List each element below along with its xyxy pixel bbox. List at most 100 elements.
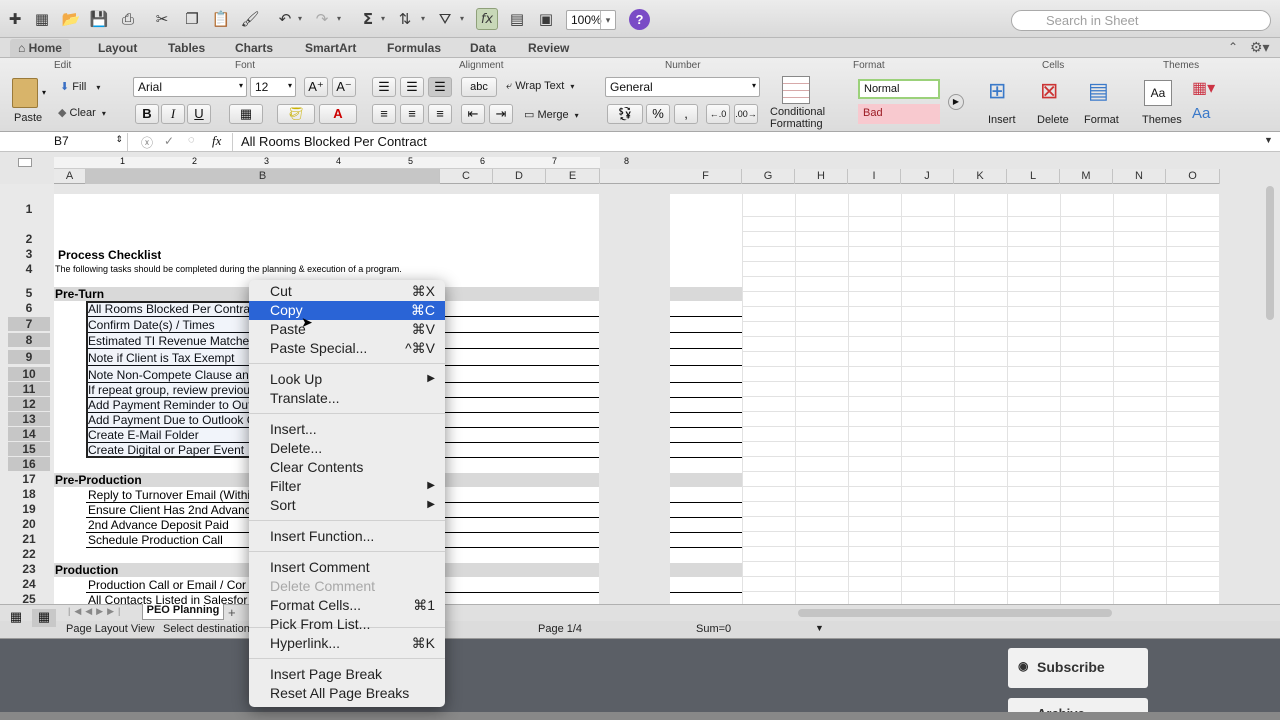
sheet-tab-peo-planning[interactable]: PEO Planning: [142, 604, 224, 620]
delete-cells-button[interactable]: ⊠ Delete: [1034, 76, 1080, 128]
row-header[interactable]: 11: [8, 382, 50, 396]
cut-icon[interactable]: ✂: [151, 8, 173, 30]
column-header[interactable]: L: [1007, 169, 1060, 184]
align-right-button[interactable]: ≡: [428, 104, 452, 124]
column-header[interactable]: O: [1166, 169, 1220, 184]
style-bad[interactable]: Bad: [858, 104, 940, 124]
wrap-text-button[interactable]: ⤶ Wrap Text ▾: [506, 80, 574, 93]
filter-icon[interactable]: ⛛: [434, 8, 456, 30]
formula-builder-icon[interactable]: fx: [476, 8, 498, 30]
sum-dropdown-icon[interactable]: ▼: [815, 623, 824, 633]
tab-formulas[interactable]: Formulas: [379, 39, 449, 57]
insert-function-button[interactable]: fx: [212, 133, 221, 149]
column-header[interactable]: C: [440, 169, 493, 184]
template-gallery-icon[interactable]: ▦: [31, 8, 53, 30]
section-header[interactable]: Pre-Production: [55, 473, 142, 487]
row-header[interactable]: 5: [8, 286, 50, 300]
theme-fonts-button[interactable]: Aa: [1192, 105, 1210, 122]
bold-button[interactable]: B: [135, 104, 159, 124]
tab-smartart[interactable]: SmartArt: [297, 39, 364, 57]
increase-font-size-button[interactable]: A⁺: [304, 77, 328, 97]
menu-item-paste[interactable]: Paste ⌘V: [249, 320, 445, 339]
comma-style-button[interactable]: ,: [674, 104, 698, 124]
themes-button[interactable]: Aa Themes: [1140, 76, 1186, 128]
style-normal[interactable]: Normal: [858, 79, 940, 99]
menu-item-cut[interactable]: Cut ⌘X: [249, 282, 445, 301]
percent-style-button[interactable]: %: [646, 104, 670, 124]
column-header[interactable]: M: [1060, 169, 1113, 184]
menu-item-paste-special[interactable]: Paste Special... ^⌘V: [249, 339, 445, 358]
increase-indent-button[interactable]: ⇥: [489, 104, 513, 124]
text-orientation-button[interactable]: abc: [461, 77, 497, 97]
redo-dropdown-icon[interactable]: ▾: [337, 14, 341, 23]
paste-icon[interactable]: 📋: [210, 8, 232, 30]
background-subscribe-button[interactable]: ◉ Subscribe: [1008, 648, 1148, 688]
menu-item-pick-from-list[interactable]: Pick From List...: [249, 615, 445, 634]
row-header[interactable]: 24: [8, 577, 50, 591]
open-folder-icon[interactable]: 📂: [60, 8, 82, 30]
column-header[interactable]: I: [848, 169, 901, 184]
row-header[interactable]: 8: [8, 333, 50, 347]
menu-item-translate[interactable]: Translate...: [249, 389, 445, 408]
section-header[interactable]: Production: [55, 563, 118, 577]
filter-dropdown-icon[interactable]: ▾: [460, 14, 464, 23]
font-color-button[interactable]: A: [319, 104, 357, 124]
column-header[interactable]: N: [1113, 169, 1166, 184]
menu-item-format-cells[interactable]: Format Cells... ⌘1: [249, 596, 445, 615]
clear-button[interactable]: ◆ Clear ▾: [58, 106, 106, 119]
menu-item-hyperlink[interactable]: Hyperlink... ⌘K: [249, 634, 445, 653]
undo-dropdown-icon[interactable]: ▾: [298, 14, 302, 23]
tab-data[interactable]: Data: [462, 39, 504, 57]
row-header[interactable]: 21: [8, 532, 50, 546]
row-header[interactable]: 10: [8, 367, 50, 381]
align-bottom-button[interactable]: ☰: [428, 77, 452, 97]
tab-home[interactable]: ⌂ Home: [10, 39, 70, 57]
menu-item-clear-contents[interactable]: Clear Contents: [249, 458, 445, 477]
row-header[interactable]: 17: [8, 472, 50, 486]
name-box[interactable]: B7 ⇕: [4, 133, 128, 151]
tab-charts[interactable]: Charts: [227, 39, 281, 57]
paste-button[interactable]: ▾ Paste: [8, 76, 50, 126]
zoom-dropdown-icon[interactable]: ▾: [600, 11, 615, 29]
menu-item-delete[interactable]: Delete...: [249, 439, 445, 458]
decrease-indent-button[interactable]: ⇤: [461, 104, 485, 124]
row-header[interactable]: 23: [8, 562, 50, 576]
row-header[interactable]: 4: [8, 262, 50, 276]
autosum-icon[interactable]: Σ: [357, 8, 379, 30]
menu-item-look-up[interactable]: Look Up ▶: [249, 370, 445, 389]
sum-indicator[interactable]: Sum=0: [696, 623, 731, 635]
ribbon-settings-icon[interactable]: ⚙▾: [1250, 39, 1270, 56]
font-name-select[interactable]: Arial ▾: [133, 77, 247, 97]
row-header[interactable]: 19: [8, 502, 50, 516]
autosum-dropdown-icon[interactable]: ▾: [381, 14, 385, 23]
number-format-select[interactable]: General ▾: [605, 77, 760, 97]
column-header[interactable]: A: [54, 169, 86, 184]
align-left-button[interactable]: ≡: [372, 104, 396, 124]
redo-icon[interactable]: ↷: [311, 8, 333, 30]
help-button[interactable]: ?: [629, 9, 650, 30]
tab-review[interactable]: Review: [520, 39, 577, 57]
row-header[interactable]: 6: [8, 301, 50, 315]
vertical-scrollbar[interactable]: [1266, 186, 1274, 320]
new-document-icon[interactable]: ✚: [4, 8, 26, 30]
sheet-subtitle[interactable]: The following tasks should be completed …: [55, 264, 402, 274]
row-header[interactable]: 18: [8, 487, 50, 501]
toolbox-icon[interactable]: ▣: [535, 8, 557, 30]
accounting-format-button[interactable]: 💱︎: [607, 104, 643, 124]
merge-button[interactable]: ▭ Merge ▾: [524, 108, 579, 121]
align-middle-button[interactable]: ☰: [400, 77, 424, 97]
column-header[interactable]: K: [954, 169, 1007, 184]
decrease-font-size-button[interactable]: A⁻: [332, 77, 356, 97]
menu-item-sort[interactable]: Sort ▶: [249, 496, 445, 515]
tab-tables[interactable]: Tables: [160, 39, 213, 57]
menu-item-copy[interactable]: Copy ⌘C: [249, 301, 445, 320]
row-header[interactable]: 9: [8, 350, 50, 364]
menu-item-insert-page-break[interactable]: Insert Page Break: [249, 665, 445, 684]
sort-dropdown-icon[interactable]: ▾: [421, 14, 425, 23]
row-header[interactable]: 2: [8, 232, 50, 246]
tab-layout[interactable]: Layout: [90, 39, 145, 57]
increase-decimal-button[interactable]: ←.0: [706, 104, 730, 124]
align-top-button[interactable]: ☰: [372, 77, 396, 97]
row-header[interactable]: 22: [8, 547, 50, 561]
row-header[interactable]: 1: [8, 202, 50, 216]
